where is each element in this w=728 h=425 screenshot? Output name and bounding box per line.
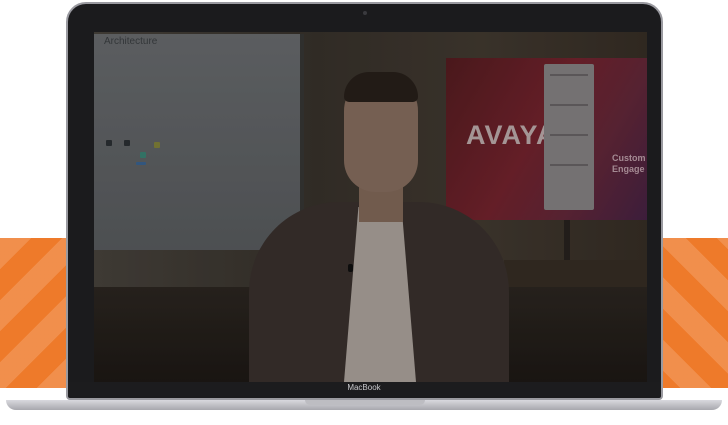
device-brand-label: MacBook — [347, 383, 381, 392]
camera-icon — [363, 11, 367, 15]
laptop-base-notch — [305, 400, 425, 405]
screen-dim-overlay — [94, 32, 647, 382]
